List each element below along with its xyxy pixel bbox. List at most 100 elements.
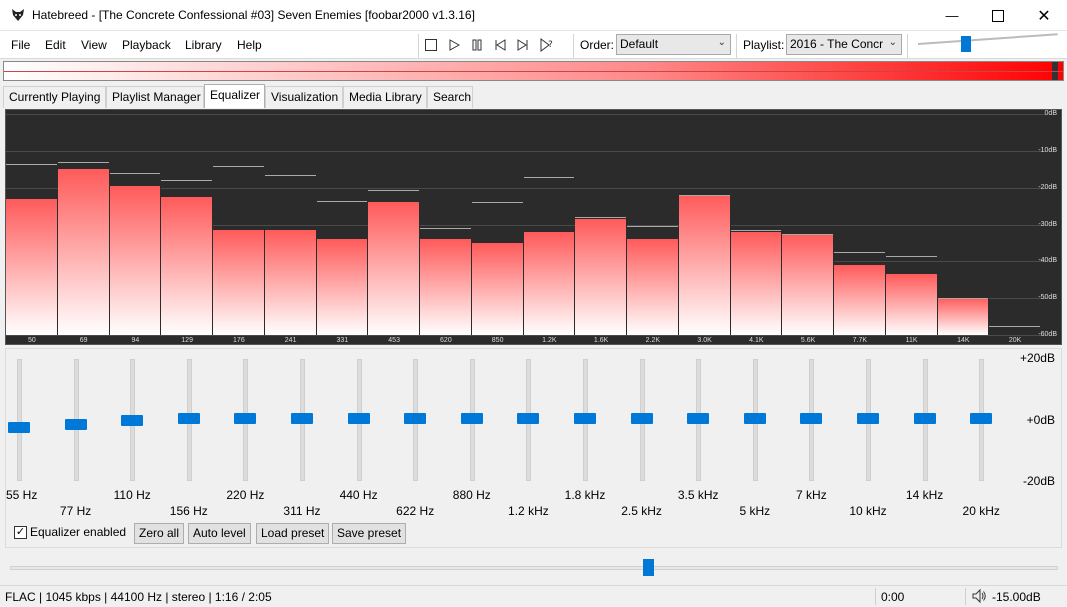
eq-slider-knob[interactable] <box>8 422 30 433</box>
spectrum-bar <box>834 265 886 335</box>
spectrum-bar <box>782 233 834 335</box>
menu-edit[interactable]: Edit <box>45 38 66 52</box>
eq-slider-knob[interactable] <box>857 413 879 424</box>
spectrum-peak <box>161 180 212 182</box>
spectrum-freq-label: 176 <box>233 337 245 344</box>
eq-slider-knob[interactable] <box>64 419 87 430</box>
eq-slider-knob[interactable] <box>630 413 653 424</box>
load-preset-button[interactable]: Load preset <box>256 523 330 544</box>
spectrum-freq-label: 1.6K <box>593 337 609 344</box>
pause-icon <box>472 39 482 51</box>
tab-playlist-manager[interactable]: Playlist Manager <box>106 86 204 108</box>
random-button[interactable]: ? <box>537 36 557 54</box>
title-bar[interactable]: Hatebreed - [The Concrete Confessional #… <box>0 0 1067 31</box>
spectrum-bar <box>471 242 524 335</box>
order-label: Order: <box>580 38 615 52</box>
eq-band-label: 7 kHz <box>796 488 827 502</box>
eq-slider-knob[interactable] <box>177 413 200 424</box>
minimize-icon: — <box>945 8 959 23</box>
spectrum-bar <box>368 202 420 335</box>
play-button[interactable] <box>444 36 464 54</box>
speaker-icon[interactable] <box>971 588 987 607</box>
menu-view[interactable]: View <box>81 38 107 52</box>
spectrum-freq-label: 69 <box>79 337 88 344</box>
checkmark-icon: ✓ <box>15 526 26 538</box>
order-dropdown[interactable]: Default ⌄ <box>616 34 731 55</box>
menu-file[interactable]: File <box>11 38 30 52</box>
seek-handle[interactable] <box>1052 62 1058 80</box>
tab-media-library[interactable]: Media Library <box>343 86 427 108</box>
spectrum-freq-label: 129 <box>181 337 193 344</box>
tab-equalizer[interactable]: Equalizer <box>204 84 265 108</box>
eq-slider-knob[interactable] <box>347 413 370 424</box>
position-slider-row <box>5 553 1062 581</box>
spectrum-bar <box>161 196 213 335</box>
eq-slider-knob[interactable] <box>574 413 596 424</box>
spectrum-peak <box>471 202 523 204</box>
eq-slider-knob[interactable] <box>121 414 144 426</box>
close-icon: ✕ <box>1037 7 1051 25</box>
spectrum-peak <box>782 233 833 235</box>
eq-band-label: 2.5 kHz <box>621 504 662 518</box>
spectrum-peak <box>316 200 368 202</box>
save-preset-button[interactable]: Save preset <box>332 523 407 544</box>
menu-library[interactable]: Library <box>185 38 222 52</box>
spectrum-freq-label: 850 <box>491 337 504 344</box>
stop-button[interactable] <box>421 36 441 54</box>
spectrum-bar <box>678 195 731 335</box>
toolbar-volume-track[interactable] <box>917 33 1058 45</box>
spectrum-freq-label: 453 <box>388 337 400 344</box>
eq-slider-knob[interactable] <box>687 413 710 424</box>
playlist-label: Playlist: <box>743 38 785 52</box>
eq-slider-knob[interactable] <box>291 413 313 424</box>
chevron-down-icon: ⌄ <box>717 37 726 48</box>
close-button[interactable]: ✕ <box>1021 0 1067 31</box>
next-button[interactable] <box>513 36 533 54</box>
pause-button[interactable] <box>467 36 487 54</box>
eq-db-mid: +0dB <box>1026 413 1055 427</box>
eq-slider-knob[interactable] <box>800 413 823 424</box>
menu-help[interactable]: Help <box>237 38 262 52</box>
eq-slider-knob[interactable] <box>460 413 483 424</box>
minimize-button[interactable]: — <box>929 0 975 31</box>
maximize-icon <box>992 9 1004 22</box>
tab-visualization[interactable]: Visualization <box>265 86 343 108</box>
previous-icon <box>495 39 506 51</box>
tab-search[interactable]: Search <box>427 86 473 108</box>
seek-bar[interactable] <box>3 61 1064 81</box>
eq-band-label: 20 kHz <box>962 504 1000 518</box>
eq-slider-knob[interactable] <box>234 413 257 424</box>
spectrum-peak <box>109 172 161 174</box>
eq-slider-knob[interactable] <box>404 413 427 424</box>
eq-slider-knob[interactable] <box>970 413 993 424</box>
spectrum-peak <box>678 195 730 197</box>
previous-button[interactable] <box>490 36 510 54</box>
eq-band-label: 3.5 kHz <box>677 488 719 502</box>
menu-playback[interactable]: Playback <box>122 38 171 52</box>
spectrum-gridline <box>6 335 1046 336</box>
spectrum-peak <box>420 228 471 230</box>
eq-slider-knob[interactable] <box>517 413 540 424</box>
equalizer-enabled-label: Equalizer enabled <box>30 525 127 539</box>
eq-slider-knob[interactable] <box>913 413 936 424</box>
eq-band-label: 5 kHz <box>739 504 771 518</box>
playlist-value: 2016 - The Concr <box>790 37 884 51</box>
position-slider-track[interactable] <box>10 566 1058 570</box>
eq-slider-knob[interactable] <box>743 413 766 424</box>
tab-currently-playing[interactable]: Currently Playing <box>3 86 106 108</box>
spectrum-bar <box>6 198 58 335</box>
eq-slider-track[interactable] <box>17 359 22 481</box>
spectrum-bar <box>575 218 627 335</box>
svg-text:?: ? <box>548 40 553 50</box>
auto-level-button[interactable]: Auto level <box>188 523 251 544</box>
spectrum-peak <box>213 165 264 167</box>
eq-band-label: 880 Hz <box>452 488 491 502</box>
equalizer-enabled-checkbox[interactable]: ✓ <box>14 526 27 539</box>
spectrum-freq-label: 3.0K <box>697 337 712 344</box>
toolbar-volume-knob[interactable] <box>961 36 971 52</box>
zero-all-button[interactable]: Zero all <box>134 523 185 544</box>
playlist-dropdown[interactable]: 2016 - The Concr ⌄ <box>786 34 902 55</box>
position-slider-knob[interactable] <box>643 559 654 576</box>
eq-db-top: +20dB <box>1019 351 1055 365</box>
maximize-button[interactable] <box>975 0 1021 31</box>
